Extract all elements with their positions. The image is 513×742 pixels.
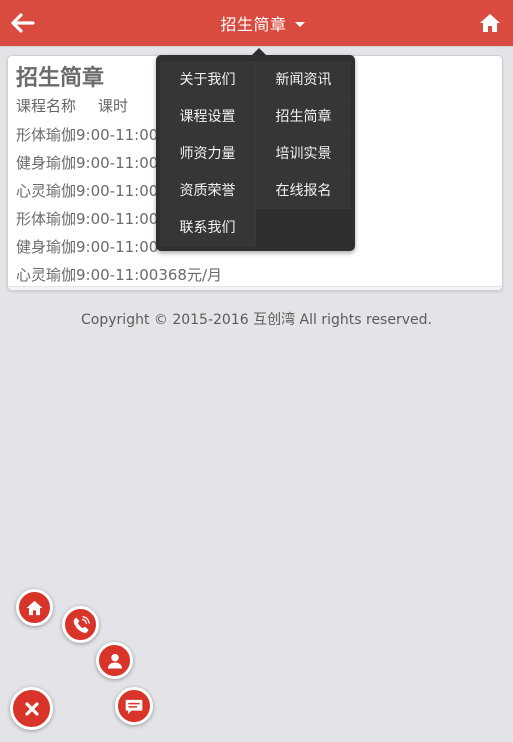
fab-user-button[interactable] [96,642,133,679]
message-icon [125,699,143,714]
navigation-dropdown: 关于我们 新闻资讯 课程设置 招生简章 师资力量 培训实景 资质荣誉 在线报名 … [156,55,355,251]
page-title-dropdown[interactable]: 招生简章 [208,11,305,35]
back-button[interactable] [0,0,46,46]
menu-item-online-signup[interactable]: 在线报名 [256,172,351,209]
column-course-hours: 课时 [98,97,129,115]
dropdown-pointer-icon [252,48,266,55]
menu-item-news[interactable]: 新闻资讯 [256,61,351,98]
menu-item-contact[interactable]: 联系我们 [160,209,256,246]
page-title: 招生简章 [220,15,287,34]
home-icon [480,14,500,32]
card-divider [8,286,502,290]
home-icon [26,600,43,615]
fab-phone-button[interactable] [62,606,99,643]
fab-home-button[interactable] [16,589,53,626]
column-course-name: 课程名称 [16,97,77,115]
caret-down-icon [294,21,305,27]
fab-close-button[interactable] [10,687,53,730]
course-row: 心灵瑜伽9:00-11:00368元/月 [16,266,223,284]
menu-item-teachers[interactable]: 师资力量 [160,135,256,172]
menu-item-courses[interactable]: 课程设置 [160,98,256,135]
arrow-left-icon [11,13,35,33]
close-icon [24,701,39,716]
menu-item-about[interactable]: 关于我们 [160,61,256,98]
menu-item-training-photos[interactable]: 培训实景 [256,135,351,172]
top-bar: 招生简章 [0,0,513,46]
home-button[interactable] [467,0,513,46]
dropdown-grid: 关于我们 新闻资讯 课程设置 招生简章 师资力量 培训实景 资质荣誉 在线报名 … [160,61,351,246]
menu-item-honors[interactable]: 资质荣誉 [160,172,256,209]
fab-message-button[interactable] [115,687,153,725]
title-container: 招生简章 [0,0,513,46]
menu-item-admissions[interactable]: 招生简章 [256,98,351,135]
user-icon [107,653,122,668]
phone-icon [73,615,90,633]
copyright-text: Copyright © 2015-2016 互创湾 All rights res… [81,312,432,328]
